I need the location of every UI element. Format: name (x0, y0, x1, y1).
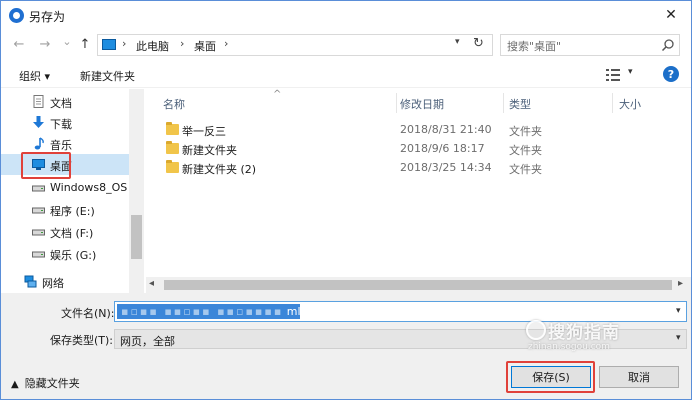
horizontal-scrollbar[interactable]: ◂ ▸ (146, 277, 691, 293)
back-arrow-icon[interactable]: ← (11, 36, 27, 52)
filename-selected-text: ▪▫▪▪ ▪▪▫▪▪ ▪▪▫▪▪▪▪ ml (117, 304, 300, 319)
drive-icon (32, 207, 45, 214)
column-type[interactable]: 类型 (509, 96, 531, 112)
filetype-value: 网页，全部 (120, 335, 175, 348)
close-button[interactable]: ✕ (657, 5, 685, 25)
column-date-modified[interactable]: 修改日期 (400, 96, 444, 112)
organize-menu-button[interactable]: 组织 ▾ (19, 68, 50, 84)
address-bar[interactable]: › 此电脑 › 桌面 › ▾ ↻ (97, 34, 493, 56)
sogou-logo-icon (526, 320, 546, 340)
filetype-label: 保存类型(T): (50, 334, 114, 347)
watermark-brand: 搜狗指南 (548, 323, 620, 343)
filename-dropdown-icon[interactable]: ▾ (676, 306, 681, 316)
chevron-right-icon: › (224, 37, 229, 50)
highlight-box (506, 361, 595, 393)
view-options-icon[interactable] (606, 69, 620, 81)
sidebar-item-drive-f[interactable]: 文档 (F:) (1, 221, 129, 242)
column-divider[interactable] (612, 93, 613, 113)
sidebar-item-label: 网络 (42, 277, 64, 290)
search-box[interactable]: 搜索"桌面" (500, 34, 680, 56)
navigation-bar: ← → ⌄ ↑ › 此电脑 › 桌面 › ▾ ↻ 搜索"桌面" (1, 30, 691, 60)
file-name: 举一反三 (182, 125, 226, 138)
filename-label: 文件名(N): (61, 307, 115, 320)
hide-folders-label: 隐藏文件夹 (24, 377, 80, 390)
save-as-dialog: 另存为 ✕ ← → ⌄ ↑ › 此电脑 › 桌面 › ▾ ↻ 搜索"桌面" 组织… (0, 0, 692, 400)
sidebar-item-music[interactable]: 音乐 (1, 133, 129, 154)
forward-arrow-icon[interactable]: → (37, 36, 53, 52)
dialog-title: 另存为 (29, 10, 66, 24)
title-bar: 另存为 ✕ (1, 1, 691, 30)
file-type: 文件夹 (509, 163, 542, 176)
new-folder-button[interactable]: 新建文件夹 (80, 68, 135, 84)
document-icon (33, 95, 44, 108)
sidebar-item-label: 下载 (50, 118, 72, 131)
folder-icon (166, 122, 179, 135)
up-arrow-icon[interactable]: ↑ (77, 36, 93, 52)
sidebar-item-downloads[interactable]: 下载 (1, 112, 129, 133)
highlight-box (21, 152, 71, 179)
scroll-left-icon[interactable]: ◂ (149, 278, 154, 289)
sidebar-item-windows-drive[interactable]: Windows8_OS (1, 177, 129, 198)
file-date: 2018/8/31 21:40 (400, 123, 492, 136)
sidebar-item-label: Windows8_OS (50, 181, 128, 194)
search-icon[interactable] (661, 38, 675, 52)
sidebar-item-drive-e[interactable]: 程序 (E:) (1, 199, 129, 220)
sidebar-item-label: 音乐 (50, 139, 72, 152)
file-date: 2018/9/6 18:17 (400, 142, 485, 155)
file-name: 新建文件夹 (2) (182, 163, 257, 176)
file-list: ^ 名称 修改日期 类型 大小 举一反三 2018/8/31 21:40 文件夹… (146, 89, 691, 293)
drive-icon (32, 185, 45, 192)
app-icon (9, 8, 24, 23)
recent-locations-icon[interactable]: ⌄ (59, 33, 75, 49)
address-dropdown-icon[interactable]: ▾ (455, 37, 460, 47)
watermark: 搜狗指南 zhinan.sogou.com (526, 316, 686, 356)
file-type: 文件夹 (509, 125, 542, 138)
search-placeholder: 搜索"桌面" (507, 40, 562, 53)
file-date: 2018/3/25 14:34 (400, 161, 492, 174)
breadcrumb-desktop[interactable]: 桌面 (194, 38, 216, 54)
watermark-url: zhinan.sogou.com (528, 342, 610, 352)
sort-ascending-icon: ^ (273, 89, 282, 100)
network-icon (24, 275, 37, 288)
sidebar-item-label: 文档 (50, 97, 72, 110)
help-icon[interactable]: ? (663, 66, 679, 82)
sidebar-item-drive-g[interactable]: 娱乐 (G:) (1, 243, 129, 264)
chevron-right-icon: › (122, 37, 127, 50)
column-divider[interactable] (503, 93, 504, 113)
file-type: 文件夹 (509, 144, 542, 157)
horizontal-scroll-thumb[interactable] (164, 280, 672, 290)
download-icon (33, 116, 44, 128)
chevron-right-icon: › (180, 37, 185, 50)
chevron-up-icon: ▲ (11, 379, 19, 390)
navigation-pane: 文档 下载 音乐 桌面 Windows8_OS 程序 (E:) 文档 (F:) (1, 89, 144, 293)
column-size[interactable]: 大小 (619, 96, 641, 112)
hide-folders-toggle[interactable]: ▲ 隐藏文件夹 (11, 375, 80, 391)
folder-row[interactable]: 举一反三 2018/8/31 21:40 文件夹 (154, 120, 674, 140)
sidebar-item-documents[interactable]: 文档 (1, 91, 129, 112)
refresh-icon[interactable]: ↻ (473, 36, 484, 51)
file-name: 新建文件夹 (182, 144, 237, 157)
sidebar-item-label: 文档 (F:) (50, 227, 94, 240)
cancel-button[interactable]: 取消 (599, 366, 679, 388)
column-name[interactable]: 名称 (163, 96, 185, 112)
sidebar-item-label: 程序 (E:) (50, 205, 95, 218)
filename-value: ml (286, 305, 300, 318)
folder-row[interactable]: 新建文件夹 (2) 2018/3/25 14:34 文件夹 (154, 158, 674, 178)
drive-icon (32, 229, 45, 236)
sidebar-item-label: 娱乐 (G:) (50, 249, 97, 262)
sidebar-item-network[interactable]: 网络 (1, 271, 121, 292)
sidebar-scroll-thumb[interactable] (131, 215, 142, 259)
folder-row[interactable]: 新建文件夹 2018/9/6 18:17 文件夹 (154, 139, 674, 159)
folder-icon (166, 160, 179, 173)
folder-icon (166, 141, 179, 154)
view-dropdown-icon[interactable]: ▾ (628, 67, 633, 77)
music-icon (34, 137, 44, 150)
sidebar-scrollbar[interactable] (129, 89, 144, 293)
drive-icon (32, 251, 45, 258)
scroll-right-icon[interactable]: ▸ (678, 278, 683, 289)
column-divider[interactable] (396, 93, 397, 113)
breadcrumb-this-pc[interactable]: 此电脑 (136, 38, 169, 54)
command-toolbar: 组织 ▾ 新建文件夹 ▾ ? (1, 62, 691, 88)
computer-icon (102, 39, 116, 50)
